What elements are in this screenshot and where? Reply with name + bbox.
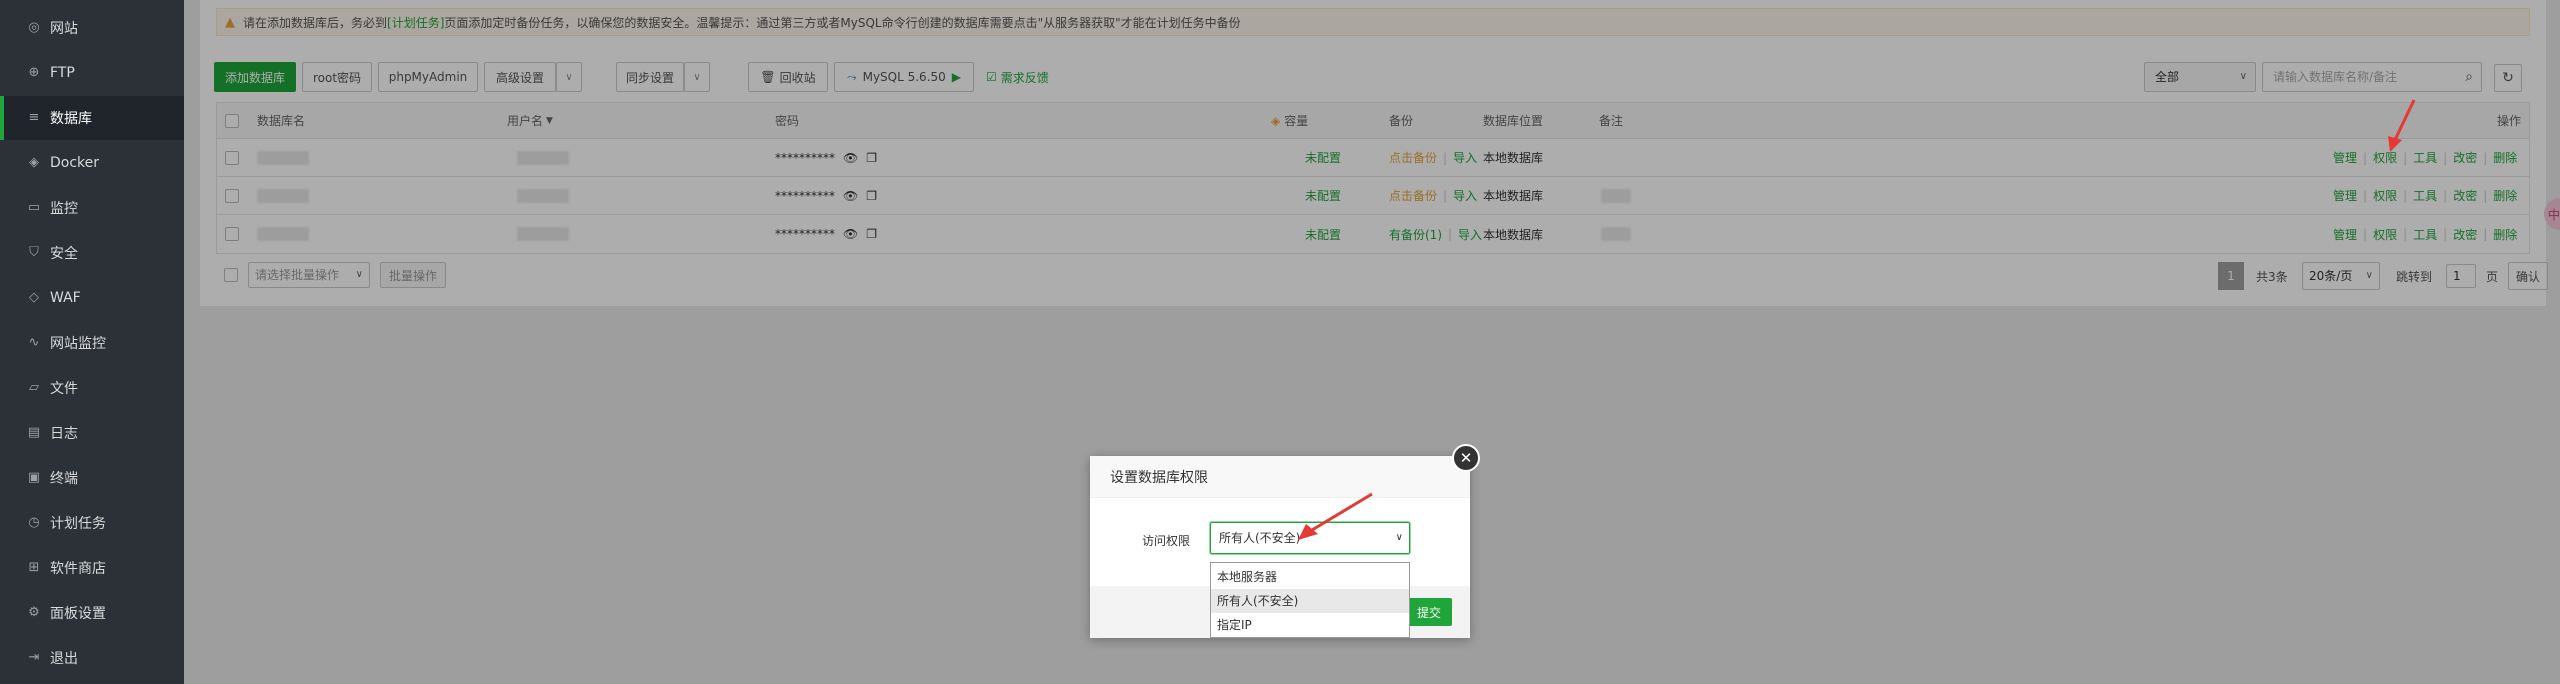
docker-icon: ◈: [29, 155, 39, 170]
sidebar-item-security[interactable]: ⛉ 安全: [0, 231, 184, 275]
access-permission-label: 访问权限: [1142, 534, 1191, 548]
sidebar: ◎ 网站 ⊕ FTP ≡ 数据库 ◈ Docker ▭ 监控 ⛉ 安全 ◇ WAF ∿ 网站监控…: [0, 0, 184, 684]
dialog-title: 设置数据库权限: [1090, 456, 1470, 498]
clock-icon: ◷: [28, 515, 40, 530]
sidebar-item-ftp[interactable]: ⊕ FTP: [0, 51, 184, 95]
chevron-down-icon: ∨: [1395, 532, 1403, 543]
sidebar-item-monitor[interactable]: ▭ 监控: [0, 186, 184, 230]
sidebar-item-store[interactable]: ⊞ 软件商店: [0, 546, 184, 590]
sidebar-item-logout[interactable]: ⇥ 退出: [0, 636, 184, 680]
monitor-icon: ▭: [27, 200, 41, 215]
chart-icon: ∿: [28, 335, 40, 350]
log-icon: ▤: [27, 425, 41, 440]
option-local-server[interactable]: 本地服务器: [1211, 565, 1409, 589]
store-icon: ⊞: [28, 560, 40, 575]
folder-icon: ▱: [29, 380, 39, 395]
sidebar-item-site-monitor[interactable]: ∿ 网站监控: [0, 321, 184, 365]
option-everyone[interactable]: 所有人(不安全): [1211, 589, 1409, 613]
sidebar-item-logs[interactable]: ▤ 日志: [0, 411, 184, 455]
close-icon[interactable]: ✕: [1452, 444, 1480, 472]
access-permission-select[interactable]: 所有人(不安全) ∨: [1210, 522, 1410, 554]
sidebar-item-website[interactable]: ◎ 网站: [0, 6, 184, 50]
terminal-icon: ▣: [27, 470, 41, 485]
sidebar-item-database[interactable]: ≡ 数据库: [0, 96, 184, 140]
option-specified-ip[interactable]: 指定IP: [1211, 613, 1409, 637]
sidebar-item-terminal[interactable]: ▣ 终端: [0, 456, 184, 500]
sidebar-item-files[interactable]: ▱ 文件: [0, 366, 184, 410]
permission-dropdown: 本地服务器 所有人(不安全) 指定IP: [1210, 562, 1410, 638]
shield-icon: ⛉: [29, 245, 39, 260]
submit-button[interactable]: 提交: [1406, 598, 1452, 626]
logout-icon: ⇥: [28, 650, 40, 665]
globe-icon: ◎: [28, 20, 40, 35]
sidebar-item-cron[interactable]: ◷ 计划任务: [0, 501, 184, 545]
sidebar-item-settings[interactable]: ⚙ 面板设置: [0, 591, 184, 635]
ftp-icon: ⊕: [28, 65, 40, 80]
sidebar-item-waf[interactable]: ◇ WAF: [0, 276, 184, 320]
waf-icon: ◇: [29, 290, 39, 305]
database-icon: ≡: [28, 110, 40, 125]
gear-icon: ⚙: [28, 605, 40, 620]
sidebar-item-docker[interactable]: ◈ Docker: [0, 141, 184, 185]
